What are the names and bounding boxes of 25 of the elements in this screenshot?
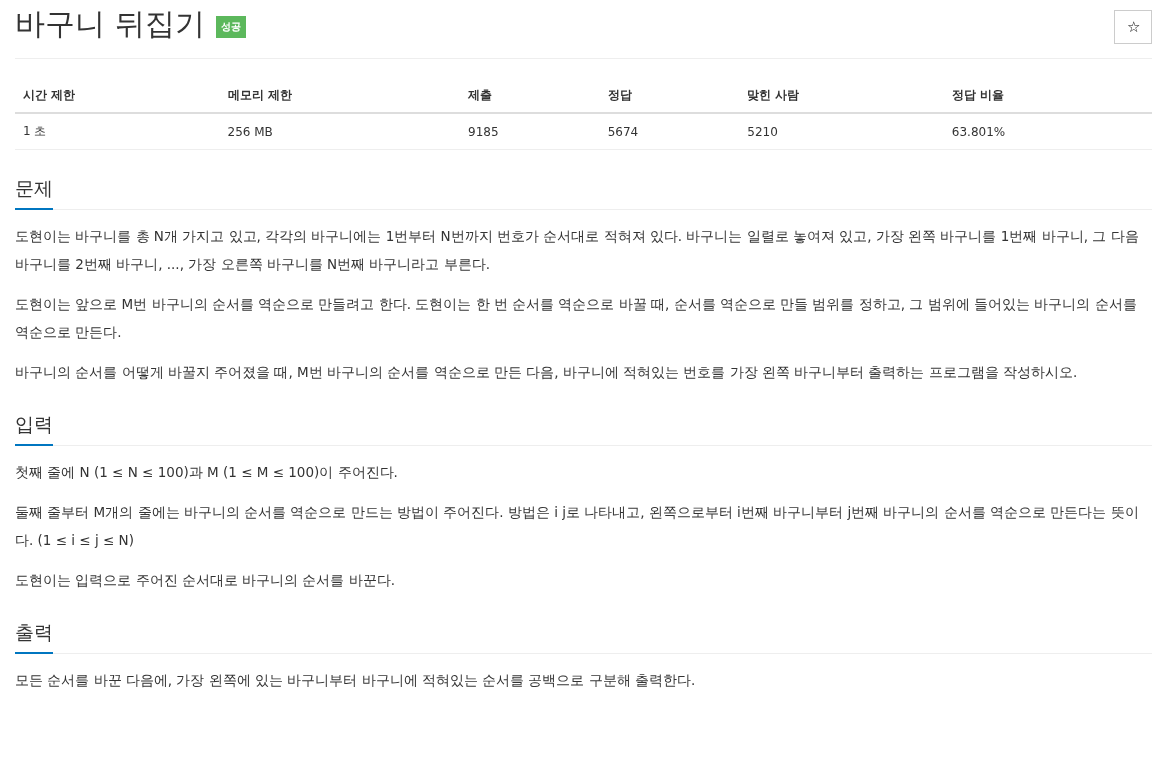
paragraph: 둘째 줄부터 M개의 줄에는 바구니의 순서를 역순으로 만드는 방법이 주어진다. 방법은 i j로 나타내고, 왼쪽으로부터 i번째 바구니부터 j번째 바구니의 순서를 역순으로 만든다는 뜻이다. (1 ≤ i ≤ j ≤ N): [15, 503, 1140, 550]
paragraph: 도현이는 앞으로 M번 바구니의 순서를 역순으로 만들려고 한다. 도현이는 한 번 순서를 역순으로 바꿀 때, 순서를 역순으로 만들 범위를 정하고, 그 범위에 들어있는 바구니의 순서를 역순으로 만든다.: [15, 295, 1138, 342]
section-heading: 입력: [15, 404, 53, 446]
problem-title: 바구니 뒤집기: [15, 4, 205, 43]
table-cell: 5674: [599, 113, 740, 150]
section-heading: 문제: [15, 168, 53, 210]
column-header: 정답 비율: [943, 79, 1152, 113]
status-badge: 성공: [215, 15, 246, 38]
table-cell: 256 MB: [219, 113, 461, 150]
column-header: 제출: [460, 79, 600, 113]
paragraph: 모든 순서를 바꾼 다음에, 가장 왼쪽에 있는 바구니부터 바구니에 적혀있는 순서를 공백으로 구분해 출력한다.: [15, 671, 697, 690]
table-cell: 1 초: [15, 113, 220, 150]
table-cell: 63.801%: [943, 113, 1152, 150]
column-header: 메모리 제한: [219, 79, 461, 113]
star-button[interactable]: ☆: [1114, 9, 1152, 44]
table-cell: 5210: [739, 113, 944, 150]
column-header: 시간 제한: [15, 79, 220, 113]
column-header: 정답: [599, 79, 740, 113]
paragraph: 도현이는 입력으로 주어진 순서대로 바구니의 순서를 바꾼다.: [15, 571, 397, 590]
section-heading: 출력: [15, 612, 53, 654]
column-header: 맞힌 사람: [739, 79, 944, 113]
paragraph: 첫째 줄에 N (1 ≤ N ≤ 100)과 M (1 ≤ M ≤ 100)이 주어진다.: [15, 463, 399, 482]
paragraph: 도현이는 바구니를 총 N개 가지고 있고, 각각의 바구니에는 1번부터 N번까지 번호가 순서대로 적혀져 있다. 바구니는 일렬로 놓여져 있고, 가장 왼쪽 바구니를 1번째 바구니, 그 다음 바구니를 2번째 바구니, ..., 가장 오른쪽 바구니를 N번째 바구니라고 부른다.: [15, 227, 1140, 274]
paragraph: 바구니의 순서를 어떻게 바꿀지 주어졌을 때, M번 바구니의 순서를 역순으로 만든 다음, 바구니에 적혀있는 번호를 가장 왼쪽 바구니부터 출력하는 프로그램을 작성하시오.: [15, 363, 1079, 382]
table-cell: 9185: [460, 113, 600, 150]
